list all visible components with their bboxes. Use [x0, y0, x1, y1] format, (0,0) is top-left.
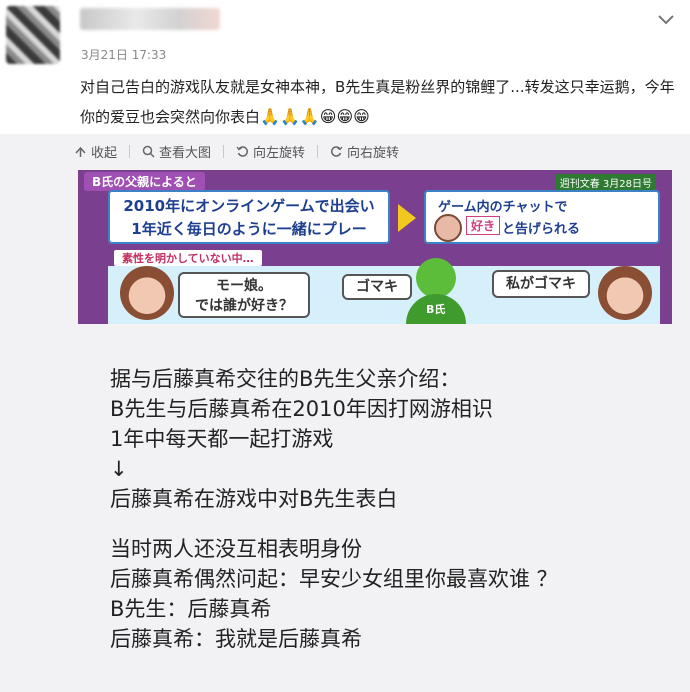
tv-bubble-question-line1: モー娘。: [216, 278, 272, 294]
tv-bubble-question: モー娘。 では誰が好き？: [178, 272, 310, 318]
tv-suki-tag: 好き: [466, 216, 501, 235]
caption-line: 后藤真希在游戏中对B先生表白: [110, 487, 398, 511]
tv-screenshot-image[interactable]: B氏の父親によると 週刊文春 3月28日号 2010年にオンラインゲームで出会い…: [78, 170, 672, 324]
divider: [223, 144, 225, 158]
pray-icon: 🙏: [260, 107, 280, 126]
collapse-button[interactable]: 收起: [74, 142, 117, 161]
tv-box-right: ゲーム内のチャットで 好き と告げられる: [424, 190, 660, 244]
caption-line: 后藤真希：我就是后藤真希: [110, 627, 362, 651]
rotate-left-icon: [236, 145, 248, 157]
caption-line: 当时两人还没互相表明身份: [110, 537, 362, 561]
arrow-down-text: ↓: [110, 457, 128, 481]
tv-box-right-line2: と告げられる: [502, 222, 581, 237]
caption-line: B先生：后藤真希: [110, 597, 272, 621]
collapse-label: 收起: [91, 145, 118, 161]
face-left-icon: [120, 266, 174, 320]
person-b-icon: [416, 258, 456, 298]
tv-box-left-line1: 2010年にオンラインゲームで出会い: [123, 197, 375, 215]
face-right-icon: [598, 266, 652, 320]
post-body: 对自己告白的游戏队友就是女神本神，B先生真是粉丝界的锦鲤了...转发这只幸运鹅，…: [80, 78, 675, 126]
caption-line: B先生与后藤真希在2010年因打网游相识: [110, 397, 493, 421]
caption-line: 后藤真希偶然问起：早安少女组里你最喜欢谁 ？: [110, 567, 558, 591]
rotate-right-icon: [331, 145, 343, 157]
divider: [317, 144, 319, 158]
media-toolbar: 收起 查看大图 向左旋转 向右旋转: [74, 141, 399, 161]
caption-line: 据与后藤真希交往的B先生父亲介绍：: [110, 367, 461, 391]
pray-icon: 🙏: [279, 107, 300, 126]
tv-b-label: B氏: [426, 303, 446, 316]
tv-logo: 週刊文春 3月28日号: [555, 174, 656, 191]
rotate-left-label: 向左旋转: [253, 145, 306, 161]
arrow-right-icon: [398, 204, 416, 232]
post-text: 对自己告白的游戏队友就是女神本神，B先生真是粉丝界的锦鲤了...转发这只幸运鹅，…: [80, 72, 680, 132]
username-blurred[interactable]: [80, 8, 220, 30]
grin-icon: 😁: [319, 107, 337, 126]
rotate-right-label: 向右旋转: [347, 145, 400, 161]
tv-bubble-answer: 私がゴマキ: [492, 270, 590, 298]
caption-text: 据与后藤真希交往的B先生父亲介绍： B先生与后藤真希在2010年因打网游相识 1…: [110, 364, 670, 654]
tv-secret-label: 素性を明かしていない中…: [114, 250, 262, 266]
pray-icon: 🙏: [299, 107, 320, 126]
collapse-up-icon: [75, 146, 86, 157]
face-icon: [434, 214, 462, 242]
tv-box-right-line1: ゲーム内のチャットで: [438, 200, 568, 215]
tv-bubble-gomaki: ゴマキ: [342, 274, 412, 300]
view-large-label: 查看大图: [159, 145, 212, 161]
caption-line: 1年中每天都一起打游戏: [110, 427, 334, 451]
grin-icon: 😁: [353, 107, 370, 126]
view-large-button[interactable]: 查看大图: [142, 142, 211, 161]
post-timestamp[interactable]: 3月21日 17:33: [81, 46, 166, 63]
chevron-down-icon[interactable]: [656, 12, 676, 28]
grin-icon: 😁: [336, 107, 354, 126]
rotate-left-button[interactable]: 向左旋转: [236, 142, 305, 161]
tv-box-left-line2: 1年近く毎日のように一緒にプレー: [131, 220, 367, 238]
tv-bubble-question-line2: では誰が好き？: [195, 298, 293, 314]
rotate-right-button[interactable]: 向右旋转: [330, 142, 399, 161]
divider: [129, 144, 131, 158]
search-icon: [142, 145, 155, 158]
tv-header: B氏の父親によると: [84, 172, 205, 191]
tv-box-left: 2010年にオンラインゲームで出会い 1年近く毎日のように一緒にプレー: [108, 190, 390, 244]
avatar[interactable]: [6, 6, 60, 64]
